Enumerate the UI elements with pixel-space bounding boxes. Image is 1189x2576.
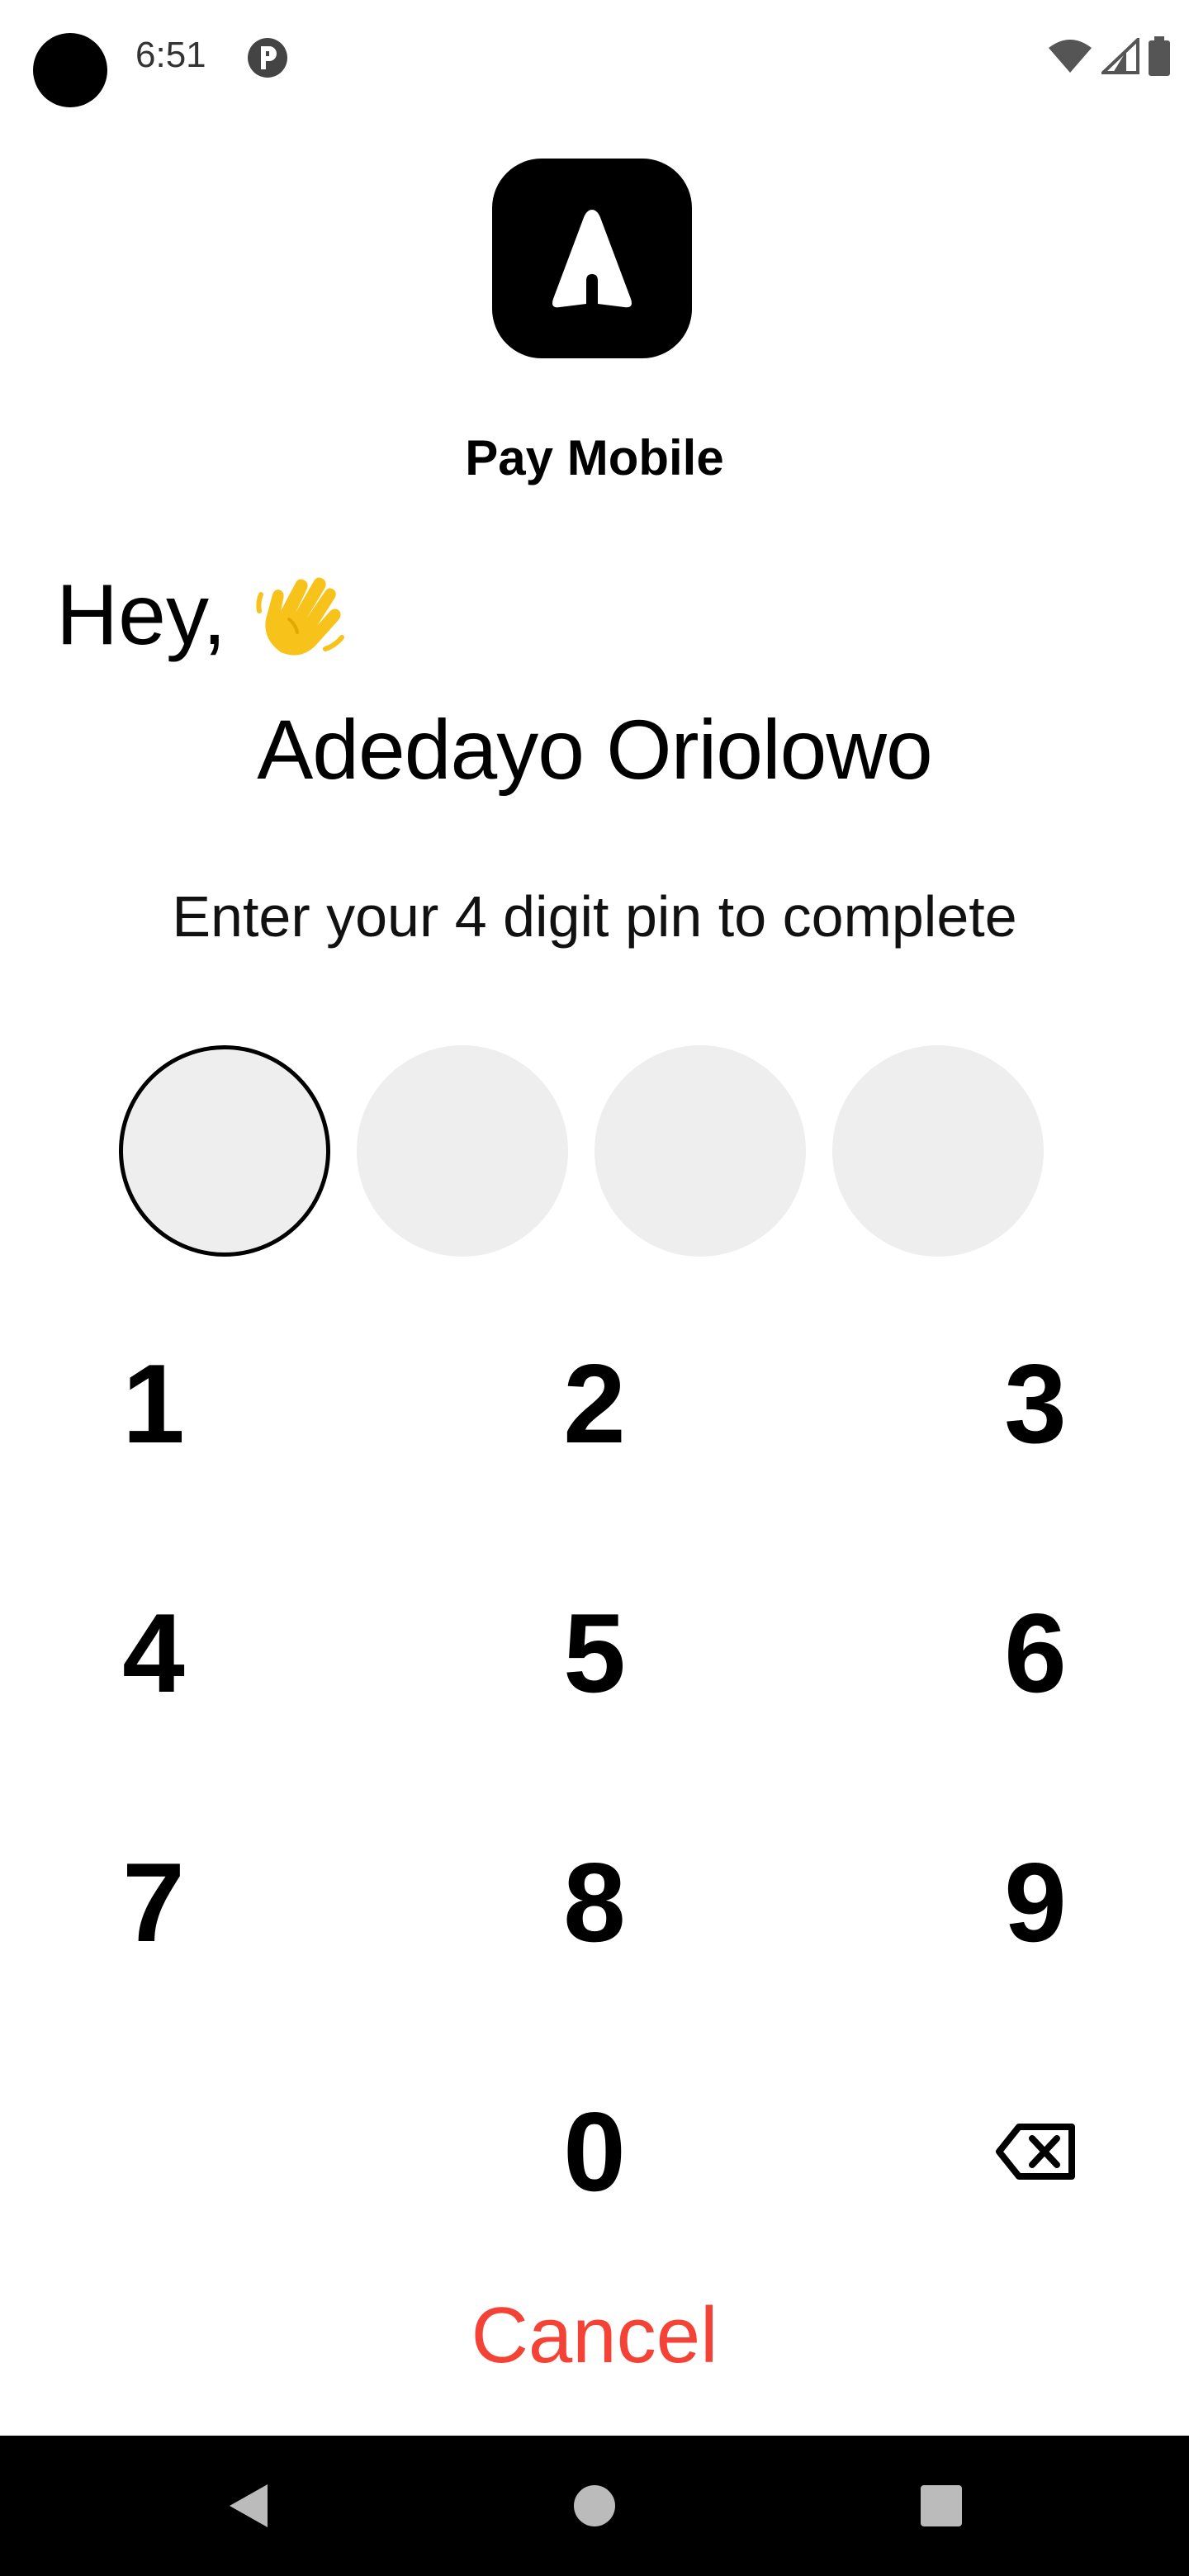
- pin-input[interactable]: [119, 1045, 1044, 1257]
- wifi-icon: [1049, 40, 1092, 73]
- recents-icon: [921, 2485, 962, 2526]
- key-8[interactable]: 8: [495, 1820, 694, 1985]
- pin-instruction: Enter your 4 digit pin to complete: [172, 884, 1017, 949]
- status-icons: [1047, 36, 1171, 76]
- greeting-text: Hey,: [56, 567, 227, 663]
- pin-digit-3[interactable]: [594, 1045, 806, 1257]
- backspace-icon: [996, 2124, 1075, 2180]
- nav-back-button[interactable]: [165, 2436, 330, 2576]
- paper-plane-logo-icon: [492, 159, 692, 358]
- backspace-button[interactable]: [936, 2069, 1135, 2234]
- battery-icon: [1149, 36, 1170, 76]
- app-name: Pay Mobile: [465, 430, 724, 485]
- pin-digit-2[interactable]: [357, 1045, 568, 1257]
- cancel-button[interactable]: Cancel: [0, 2290, 1189, 2381]
- nav-recents-button[interactable]: [859, 2436, 1024, 2576]
- key-4[interactable]: 4: [54, 1570, 253, 1735]
- back-icon: [230, 2484, 268, 2527]
- camera-cutout: [33, 33, 107, 107]
- status-time: 6:51: [135, 35, 206, 75]
- key-2[interactable]: 2: [495, 1321, 694, 1486]
- key-1[interactable]: 1: [54, 1321, 253, 1486]
- nav-home-button[interactable]: [512, 2436, 677, 2576]
- user-name: Adedayo Oriolowo: [257, 703, 932, 797]
- waving-hand-icon: [256, 577, 345, 656]
- pin-digit-4[interactable]: [832, 1045, 1044, 1257]
- system-nav-bar: [0, 2436, 1189, 2576]
- key-3[interactable]: 3: [936, 1321, 1135, 1486]
- key-0[interactable]: 0: [495, 2069, 694, 2234]
- greeting: Hey,: [56, 570, 348, 661]
- key-7[interactable]: 7: [54, 1820, 253, 1985]
- home-icon: [574, 2485, 615, 2526]
- key-5[interactable]: 5: [495, 1570, 694, 1735]
- pin-digit-1[interactable]: [119, 1045, 330, 1257]
- key-9[interactable]: 9: [936, 1820, 1135, 1985]
- key-6[interactable]: 6: [936, 1570, 1135, 1735]
- app-notification-icon: [248, 38, 287, 78]
- status-bar: 6:51: [0, 0, 1189, 116]
- cellular-signal-icon: [1101, 38, 1139, 74]
